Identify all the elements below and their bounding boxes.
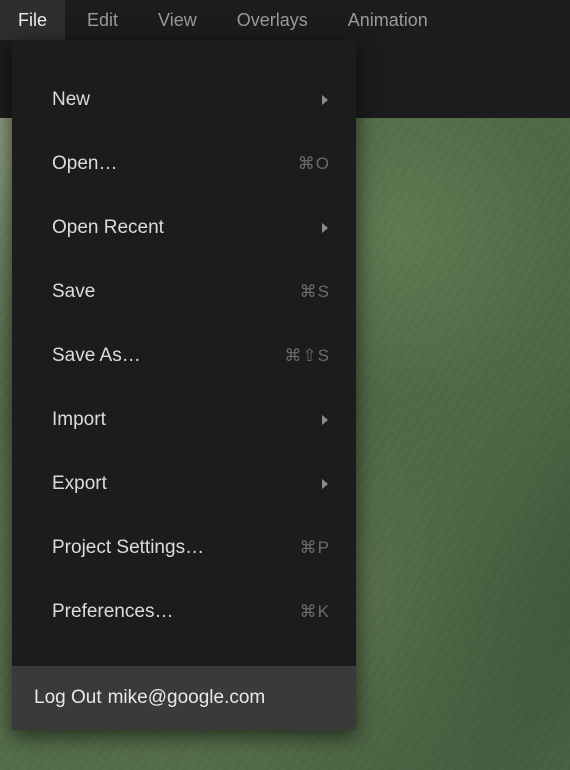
menu-item-export[interactable]: Export — [12, 452, 356, 516]
file-menu-dropdown: New Open… ⌘O Open Recent Save ⌘S Save As… — [12, 40, 356, 730]
menu-item-label: Project Settings… — [52, 537, 204, 559]
menu-item-label: Preferences… — [52, 601, 173, 623]
logout-prefix: Log Out — [34, 687, 102, 709]
menubar-item-label: Animation — [348, 10, 428, 31]
logout-email: mike@google.com — [108, 687, 266, 709]
menu-item-logout[interactable]: Log Out mike@google.com — [12, 666, 356, 730]
menu-item-open[interactable]: Open… ⌘O — [12, 132, 356, 196]
menubar-item-label: View — [158, 10, 197, 31]
menu-item-shortcut: ⌘⇧S — [284, 346, 330, 366]
menu-item-label: Open… — [52, 153, 117, 175]
menu-item-shortcut: ⌘P — [300, 538, 330, 558]
submenu-arrow-icon — [320, 478, 330, 490]
menubar-item-label: Overlays — [237, 10, 308, 31]
menu-item-save[interactable]: Save ⌘S — [12, 260, 356, 324]
menu-item-label: New — [52, 89, 90, 111]
menubar-item-overlays[interactable]: Overlays — [219, 0, 326, 40]
menu-item-label: Open Recent — [52, 217, 164, 239]
submenu-arrow-icon — [320, 414, 330, 426]
menubar-item-edit[interactable]: Edit — [69, 0, 136, 40]
menubar: File Edit View Overlays Animation — [0, 0, 570, 40]
menu-item-project-settings[interactable]: Project Settings… ⌘P — [12, 516, 356, 580]
menu-spacer — [12, 644, 356, 666]
menu-item-new[interactable]: New — [12, 68, 356, 132]
menu-item-shortcut: ⌘S — [300, 282, 330, 302]
menubar-item-file[interactable]: File — [0, 0, 65, 40]
menu-item-label: Import — [52, 409, 106, 431]
menu-item-open-recent[interactable]: Open Recent — [12, 196, 356, 260]
menu-item-label: Export — [52, 473, 107, 495]
menu-item-label: Save As… — [52, 345, 141, 367]
menu-item-label: Save — [52, 281, 95, 303]
menu-item-shortcut: ⌘K — [300, 602, 330, 622]
submenu-arrow-icon — [320, 94, 330, 106]
menubar-item-animation[interactable]: Animation — [330, 0, 446, 40]
submenu-arrow-icon — [320, 222, 330, 234]
menubar-item-label: Edit — [87, 10, 118, 31]
menubar-item-view[interactable]: View — [140, 0, 215, 40]
menu-item-preferences[interactable]: Preferences… ⌘K — [12, 580, 356, 644]
menu-item-import[interactable]: Import — [12, 388, 356, 452]
menubar-item-label: File — [18, 10, 47, 31]
menu-item-shortcut: ⌘O — [298, 154, 330, 174]
menu-item-save-as[interactable]: Save As… ⌘⇧S — [12, 324, 356, 388]
